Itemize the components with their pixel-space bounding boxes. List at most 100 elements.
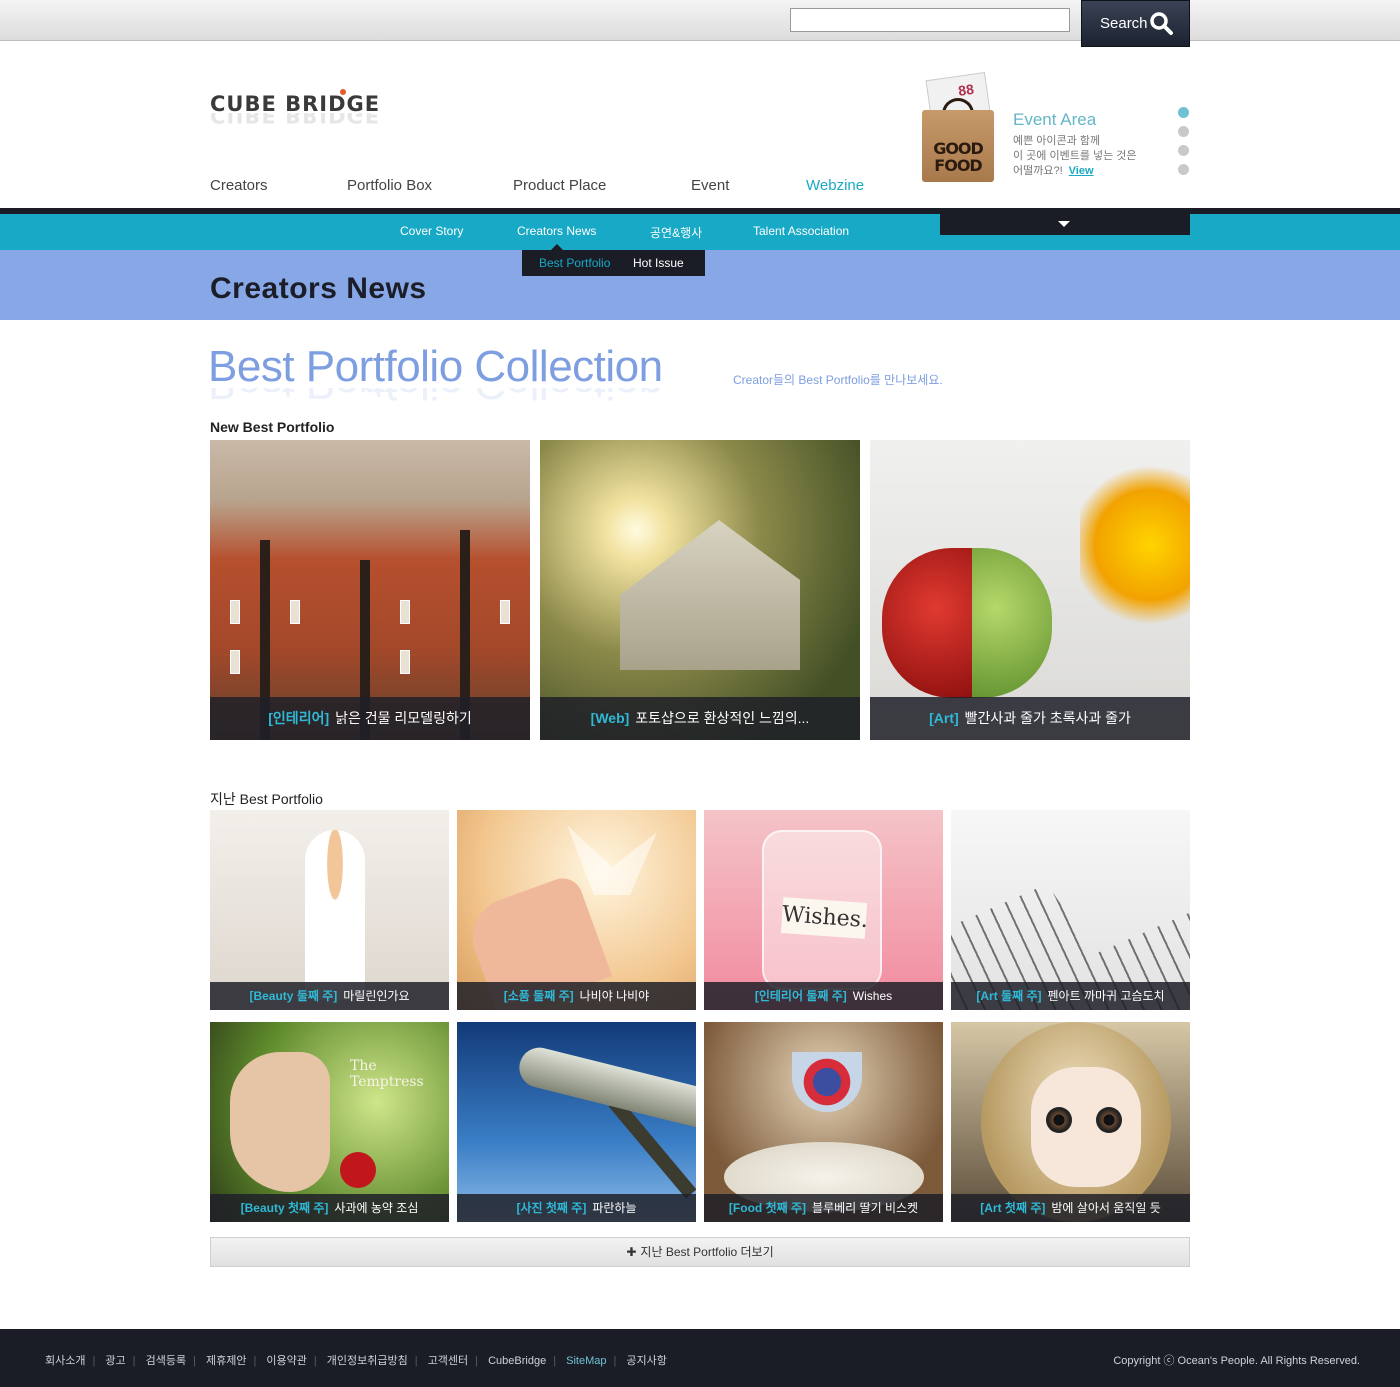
past-portfolio-card-8[interactable]: [Art 첫째 주] 밤에 살아서 움직일 듯 xyxy=(951,1022,1190,1222)
slide-dot-1[interactable] xyxy=(1178,107,1189,118)
card-caption: [Art 첫째 주] 밤에 살아서 움직일 듯 xyxy=(951,1194,1190,1222)
footer-link-notice[interactable]: 공지사항 xyxy=(626,1355,666,1367)
sub-nav: Cover Story Creators News 공연&행사 Talent A… xyxy=(0,214,1400,250)
footer-link-support[interactable]: 고객센터 xyxy=(428,1355,468,1367)
card-title: 파란하늘 xyxy=(592,1201,637,1215)
card-title: 낡은 건물 리모델링하기 xyxy=(335,710,472,726)
copyright: Copyright ⓒ Ocean's People. All Rights R… xyxy=(1113,1355,1360,1367)
stitched-apple-image xyxy=(870,440,1190,740)
card-tag: [Beauty 둘째 주] xyxy=(249,989,338,1003)
card-caption: [Beauty 둘째 주] 마릴린인가요 xyxy=(210,982,449,1010)
card-tag: [Web] xyxy=(590,710,630,726)
butterfly-hand-image xyxy=(457,810,696,1010)
marilyn-photo-image xyxy=(210,810,449,1010)
new-portfolio-card-1[interactable]: [인테리어] 낡은 건물 리모델링하기 xyxy=(210,440,530,740)
slide-dot-4[interactable] xyxy=(1178,164,1189,175)
card-tag: [Art 둘째 주] xyxy=(976,989,1042,1003)
event-slide-dots xyxy=(1178,107,1189,183)
card-title: 펜아트 까마귀 고슴도치 xyxy=(1047,989,1165,1003)
slide-dot-2[interactable] xyxy=(1178,126,1189,137)
subnav-talent-association[interactable]: Talent Association xyxy=(753,224,849,238)
bag-label: GOOD FOOD xyxy=(922,110,994,182)
card-tag: [인테리어] xyxy=(268,710,330,726)
card-tag: [Art 첫째 주] xyxy=(980,1201,1046,1215)
nav-portfolio-box[interactable]: Portfolio Box xyxy=(347,177,432,194)
search-button-label: Search xyxy=(1100,15,1148,32)
card-caption: [인테리어] 낡은 건물 리모델링하기 xyxy=(210,697,530,740)
section-subheading: Creator들의 Best Portfolio를 만나보세요. xyxy=(733,373,943,387)
card-caption: [소품 둘째 주] 나비야 나비야 xyxy=(457,982,696,1010)
subnav-cover-story[interactable]: Cover Story xyxy=(400,224,463,238)
card-caption: [사진 첫째 주] 파란하늘 xyxy=(457,1194,696,1222)
more-past-portfolio-button[interactable]: ✚ 지난 Best Portfolio 더보기 xyxy=(210,1237,1190,1267)
slide-dot-3[interactable] xyxy=(1178,145,1189,156)
event-desc-line1: 예쁜 아이콘과 함께 xyxy=(1013,135,1101,147)
card-title: 빨간사과 줄가 초록사과 줄가 xyxy=(964,710,1131,726)
doll-image xyxy=(951,1022,1190,1222)
plus-icon: ✚ xyxy=(626,1245,637,1259)
red-building-image xyxy=(210,440,530,740)
card-title: 밤에 살아서 움직일 듯 xyxy=(1051,1201,1161,1215)
jar-label-text: Wishes. xyxy=(780,897,869,939)
wishes-jar-image: Wishes. xyxy=(704,810,943,1010)
past-portfolio-card-2[interactable]: [소품 둘째 주] 나비야 나비야 xyxy=(457,810,696,1010)
expand-toggle[interactable] xyxy=(940,214,1190,235)
nav-webzine[interactable]: Webzine xyxy=(806,177,864,194)
past-portfolio-card-7[interactable]: [Food 첫째 주] 블루베리 딸기 비스켓 xyxy=(704,1022,943,1222)
card-title: 사과에 농약 조심 xyxy=(334,1201,419,1215)
temptress-image: The Temptress xyxy=(210,1022,449,1222)
event-area-title: Event Area xyxy=(1013,110,1097,129)
card-caption: [인테리어 둘째 주] Wishes xyxy=(704,982,943,1010)
event-area-description: 예쁜 아이콘과 함께 이 곳에 이벤트를 넣는 것은 어떨까요?! View xyxy=(1013,134,1163,179)
past-portfolio-card-3[interactable]: Wishes. [인테리어 둘째 주] Wishes xyxy=(704,810,943,1010)
new-portfolio-card-2[interactable]: [Web] 포토샵으로 환상적인 느낌의... xyxy=(540,440,860,740)
past-portfolio-card-4[interactable]: [Art 둘째 주] 펜아트 까마귀 고슴도치 xyxy=(951,810,1190,1010)
past-portfolio-card-6[interactable]: [사진 첫째 주] 파란하늘 xyxy=(457,1022,696,1222)
card-tag: [사진 첫째 주] xyxy=(516,1201,587,1215)
search-icon xyxy=(1150,12,1173,35)
card-tag: [Art] xyxy=(929,710,959,726)
search-input[interactable] xyxy=(790,8,1070,32)
new-portfolio-card-3[interactable]: [Art] 빨간사과 줄가 초록사과 줄가 xyxy=(870,440,1190,740)
card-tag: [Food 첫째 주] xyxy=(728,1201,807,1215)
good-food-bag-image[interactable]: GOOD FOOD xyxy=(918,70,1000,186)
nav-creators[interactable]: Creators xyxy=(210,177,268,194)
event-desc-line3: 어떨까요?! xyxy=(1013,165,1063,177)
card-caption: [Art] 빨간사과 줄가 초록사과 줄가 xyxy=(870,697,1190,740)
card-title: 마릴린인가요 xyxy=(343,989,410,1003)
past-portfolio-card-5[interactable]: The Temptress [Beauty 첫째 주] 사과에 농약 조심 xyxy=(210,1022,449,1222)
past-portfolio-card-1[interactable]: [Beauty 둘째 주] 마릴린인가요 xyxy=(210,810,449,1010)
event-desc-line2: 이 곳에 이벤트를 넣는 것은 xyxy=(1013,150,1137,162)
subnav-performance-events[interactable]: 공연&행사 xyxy=(650,224,702,241)
dropdown-hot-issue[interactable]: Hot Issue xyxy=(633,256,684,270)
nav-product-place[interactable]: Product Place xyxy=(513,177,606,194)
footer-link-cubebridge[interactable]: CubeBridge xyxy=(488,1355,546,1367)
footer-links: 회사소개 | 광고 | 검색등록 | 제휴제안 | 이용약관 | 개인정보취급방침 | 고객… xyxy=(45,1355,667,1367)
nav-event[interactable]: Event xyxy=(691,177,729,194)
footer-link-search-register[interactable]: 검색등록 xyxy=(146,1355,186,1367)
card-tag: [인테리어 둘째 주] xyxy=(754,989,847,1003)
dropdown-best-portfolio[interactable]: Best Portfolio xyxy=(539,256,610,270)
subnav-dropdown: Best Portfolio Hot Issue xyxy=(522,250,705,276)
pen-art-tree-image xyxy=(951,810,1190,1010)
event-view-link[interactable]: View xyxy=(1069,165,1094,177)
card-caption: [Art 둘째 주] 펜아트 까마귀 고슴도치 xyxy=(951,982,1190,1010)
subnav-creators-news[interactable]: Creators News xyxy=(517,224,596,238)
footer-link-sitemap[interactable]: SiteMap xyxy=(566,1355,606,1367)
section-heading-reflection: Best Portfolio Collection xyxy=(208,388,663,408)
footer-link-terms[interactable]: 이용약관 xyxy=(266,1355,306,1367)
page-title: Creators News xyxy=(210,272,427,305)
streetlamp-sky-image xyxy=(457,1022,696,1222)
footer: 회사소개 | 광고 | 검색등록 | 제휴제안 | 이용약관 | 개인정보취급방침 | 고객… xyxy=(0,1329,1400,1387)
footer-link-ads[interactable]: 광고 xyxy=(105,1355,125,1367)
card-title: 블루베리 딸기 비스켓 xyxy=(812,1201,919,1215)
more-button-label: 지난 Best Portfolio 더보기 xyxy=(640,1245,774,1259)
footer-link-partnership[interactable]: 제휴제안 xyxy=(206,1355,246,1367)
footer-link-privacy[interactable]: 개인정보취급방침 xyxy=(327,1355,408,1367)
berries-biscuits-image xyxy=(704,1022,943,1222)
search-button[interactable]: Search xyxy=(1081,0,1190,47)
temptress-art-text: The Temptress xyxy=(350,1058,424,1090)
logo-dot-icon xyxy=(340,89,346,95)
footer-link-company[interactable]: 회사소개 xyxy=(45,1355,85,1367)
card-caption: [Food 첫째 주] 블루베리 딸기 비스켓 xyxy=(704,1194,943,1222)
